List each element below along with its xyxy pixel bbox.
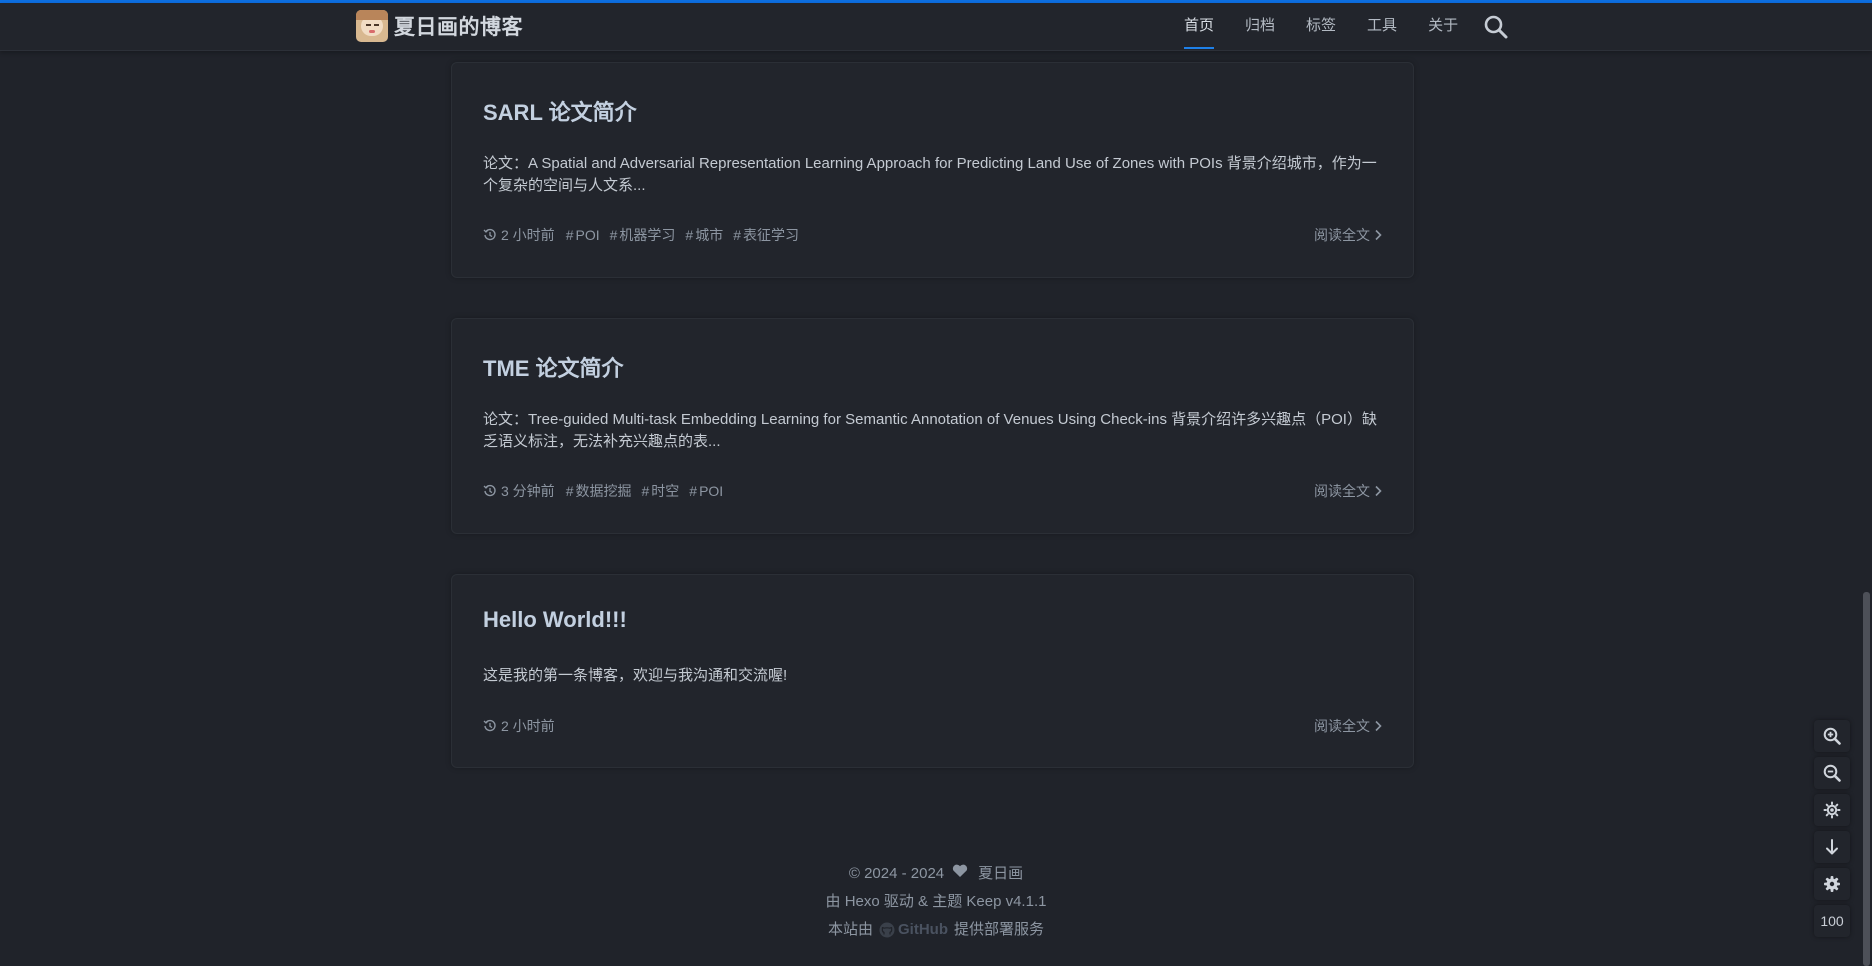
post-tag[interactable]: # 机器学习 (610, 225, 676, 245)
post-tag[interactable]: # 城市 (685, 225, 723, 245)
scrollbar-thumb[interactable] (1863, 592, 1870, 966)
post-tag[interactable]: # 数据挖掘 (566, 481, 632, 501)
post-title[interactable]: SARL 论文简介 (483, 95, 637, 127)
zoom-out-icon (1823, 764, 1841, 782)
search-icon[interactable] (1483, 14, 1509, 40)
site-title[interactable]: 夏日画的博客 (394, 11, 523, 41)
site-footer: © 2024 - 2024 夏日画 由 Hexo 驱动 & 主题 Keep v4… (0, 860, 1872, 944)
heart-icon (952, 860, 968, 888)
nav-item-home[interactable]: 首页 (1184, 3, 1215, 51)
post-time: 2 小时前 (483, 716, 555, 736)
gear-icon (1824, 876, 1840, 892)
scroll-bottom-button[interactable] (1814, 831, 1850, 863)
github-link[interactable]: GitHub (879, 916, 948, 944)
post-tag[interactable]: # POI (689, 483, 723, 499)
post-title[interactable]: TME 论文简介 (483, 351, 624, 383)
nav-item-tags[interactable]: 标签 (1306, 3, 1336, 51)
post-time-text: 3 分钟前 (501, 483, 555, 499)
footer-hosted-prefix: 本站由 (827, 921, 873, 938)
hash-icon: # (565, 227, 574, 243)
post-tag[interactable]: # POI (566, 227, 600, 243)
footer-hosted-suffix: 提供部署服务 (954, 921, 1045, 938)
hash-icon: # (641, 483, 650, 499)
theme-icon (1823, 801, 1841, 819)
post-excerpt: 论文：Tree-guided Multi-task Embedding Lear… (483, 411, 1377, 450)
post-excerpt: 这是我的第一条博客，欢迎与我沟通和交流喔! (483, 667, 788, 684)
post-meta: 3 分钟前 # 数据挖掘 # 时空 # POI (483, 481, 733, 501)
history-icon (483, 719, 496, 732)
side-tools: 100 (1814, 720, 1850, 937)
post-tag[interactable]: # 表征学习 (733, 225, 799, 245)
footer-powered: 由 Hexo 驱动 & 主题 Keep v4.1.1 (825, 893, 1047, 910)
github-icon (879, 922, 895, 938)
read-more-link[interactable]: 阅读全文 (1314, 481, 1382, 501)
theme-toggle-button[interactable] (1814, 794, 1850, 826)
footer-author: 夏日画 (978, 865, 1024, 882)
post-card: Hello World!!! 这是我的第一条博客，欢迎与我沟通和交流喔! 2 小… (451, 574, 1414, 768)
hash-icon: # (609, 227, 618, 243)
zoom-in-button[interactable] (1814, 720, 1850, 752)
zoom-out-button[interactable] (1814, 757, 1850, 789)
nav-item-about[interactable]: 关于 (1428, 3, 1458, 51)
post-time: 2 小时前 (483, 225, 555, 245)
history-icon (483, 484, 496, 497)
chevron-right-icon (1375, 720, 1382, 732)
post-time-text: 2 小时前 (501, 718, 555, 734)
hash-icon: # (565, 483, 574, 499)
hash-icon: # (689, 483, 698, 499)
footer-copyright-line: © 2024 - 2024 夏日画 (0, 860, 1872, 888)
chevron-right-icon (1375, 485, 1382, 497)
zoom-in-icon (1823, 727, 1841, 745)
post-meta: 2 小时前 (483, 716, 566, 736)
read-more-link[interactable]: 阅读全文 (1314, 225, 1382, 245)
nav-item-archive[interactable]: 归档 (1245, 3, 1275, 51)
site-brand[interactable]: 夏日画的博客 (356, 10, 523, 42)
post-card: TME 论文简介 论文：Tree-guided Multi-task Embed… (451, 318, 1414, 534)
site-logo[interactable] (356, 10, 388, 42)
post-time-text: 2 小时前 (501, 227, 555, 243)
history-icon (483, 228, 496, 241)
nav-item-tools[interactable]: 工具 (1367, 3, 1397, 51)
hash-icon: # (733, 227, 741, 243)
settings-button[interactable] (1814, 868, 1850, 900)
read-more-link[interactable]: 阅读全文 (1314, 716, 1382, 736)
zoom-percent: 100 (1814, 905, 1850, 937)
main-nav: 首页 归档 标签 工具 关于 (1184, 3, 1509, 51)
post-card: SARL 论文简介 论文：A Spatial and Adversarial R… (451, 62, 1414, 278)
site-header: 夏日画的博客 首页 归档 标签 工具 关于 (0, 3, 1872, 51)
chevron-right-icon (1375, 229, 1382, 241)
hash-icon: # (685, 227, 694, 243)
post-tag[interactable]: # 时空 (641, 481, 679, 501)
post-title[interactable]: Hello World!!! (483, 607, 627, 633)
post-excerpt: 论文：A Spatial and Adversarial Representat… (483, 155, 1377, 194)
post-time: 3 分钟前 (483, 481, 555, 501)
footer-hosted-line: 本站由 GitHub 提供部署服务 (0, 916, 1872, 944)
footer-copyright: © 2024 - 2024 (848, 865, 945, 882)
arrow-down-icon (1826, 839, 1838, 855)
post-meta: 2 小时前 # POI # 机器学习 # 城市 # 表征学习 (483, 225, 809, 245)
